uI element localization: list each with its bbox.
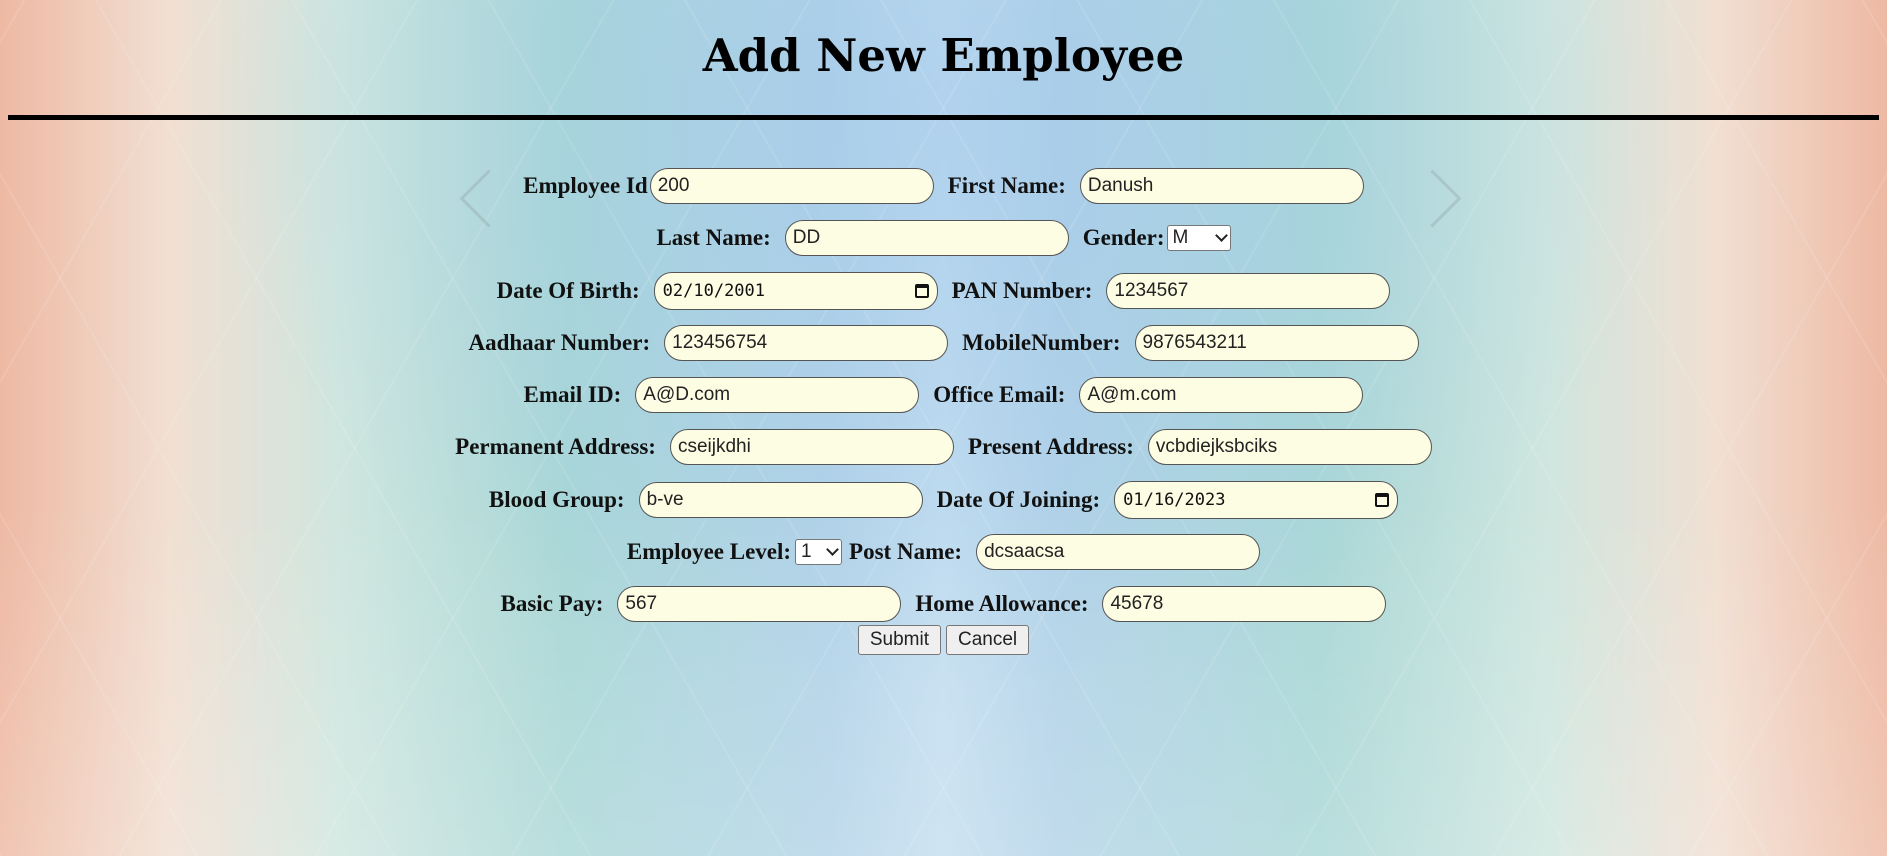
employee-level-field: Employee Level: 1 bbox=[626, 539, 843, 566]
mobile-input[interactable] bbox=[1134, 324, 1419, 361]
calendar-icon[interactable] bbox=[1375, 492, 1390, 507]
home-allowance-label: Home Allowance: bbox=[915, 591, 1089, 617]
permanent-address-field: Permanent Address: bbox=[455, 429, 954, 466]
home-allowance-field: Home Allowance: bbox=[915, 586, 1387, 623]
page-content: Add New Employee Employee Id First Name:… bbox=[0, 0, 1887, 655]
doj-date-input[interactable]: 01/16/2023 bbox=[1114, 480, 1399, 519]
last-name-input[interactable] bbox=[784, 220, 1069, 257]
cancel-button[interactable]: Cancel bbox=[945, 624, 1030, 655]
dob-field: Date Of Birth: 02/10/2001 bbox=[496, 271, 938, 310]
pan-input[interactable] bbox=[1106, 272, 1391, 309]
blood-group-label: Blood Group: bbox=[488, 486, 625, 512]
office-email-label: Office Email: bbox=[933, 382, 1066, 408]
chevron-down-icon bbox=[1214, 229, 1228, 243]
calendar-icon[interactable] bbox=[914, 283, 929, 298]
aadhaar-field: Aadhaar Number: bbox=[468, 324, 949, 361]
last-name-label: Last Name: bbox=[656, 225, 771, 251]
form-actions: Submit Cancel bbox=[0, 624, 1887, 655]
basic-pay-input[interactable] bbox=[617, 586, 902, 623]
first-name-field: First Name: bbox=[948, 168, 1364, 204]
form-row: Last Name: Gender: M bbox=[0, 218, 1887, 258]
dob-label: Date Of Birth: bbox=[496, 277, 640, 303]
permanent-address-label: Permanent Address: bbox=[455, 434, 656, 460]
employee-id-field: Employee Id bbox=[523, 168, 934, 204]
submit-button[interactable]: Submit bbox=[857, 624, 941, 655]
form-row: Date Of Birth: 02/10/2001 PAN Number: bbox=[0, 271, 1887, 311]
form-row: Basic Pay: Home Allowance: bbox=[0, 584, 1887, 624]
post-name-input[interactable] bbox=[976, 534, 1261, 571]
doj-field: Date Of Joining: 01/16/2023 bbox=[936, 480, 1399, 519]
blood-group-input[interactable] bbox=[638, 481, 923, 518]
post-name-field: Post Name: bbox=[849, 534, 1261, 571]
form-row: Email ID: Office Email: bbox=[0, 375, 1887, 415]
form-row: Blood Group: Date Of Joining: 01/16/2023 bbox=[0, 480, 1887, 520]
email-label: Email ID: bbox=[523, 382, 622, 408]
pan-label: PAN Number: bbox=[951, 277, 1093, 303]
employee-level-select[interactable]: 1 bbox=[795, 539, 843, 566]
home-allowance-input[interactable] bbox=[1102, 586, 1387, 623]
form-row: Employee Level: 1 Post Name: bbox=[0, 532, 1887, 572]
gender-select[interactable]: M bbox=[1166, 225, 1231, 252]
basic-pay-label: Basic Pay: bbox=[500, 591, 604, 617]
dob-date-value: 02/10/2001 bbox=[662, 280, 766, 301]
office-email-input[interactable] bbox=[1079, 377, 1364, 414]
page-title: Add New Employee bbox=[702, 29, 1185, 82]
first-name-input[interactable] bbox=[1079, 168, 1364, 204]
mobile-field: MobileNumber: bbox=[962, 324, 1419, 361]
employee-id-input[interactable] bbox=[649, 168, 934, 204]
mobile-label: MobileNumber: bbox=[962, 329, 1121, 355]
office-email-field: Office Email: bbox=[933, 377, 1364, 414]
basic-pay-field: Basic Pay: bbox=[500, 586, 902, 623]
pan-field: PAN Number: bbox=[951, 272, 1391, 309]
last-name-field: Last Name: bbox=[656, 220, 1069, 257]
aadhaar-label: Aadhaar Number: bbox=[468, 329, 651, 355]
employee-id-label: Employee Id bbox=[523, 173, 648, 198]
title-divider bbox=[8, 115, 1879, 120]
form-row: Aadhaar Number: MobileNumber: bbox=[0, 323, 1887, 363]
post-name-label: Post Name: bbox=[849, 539, 963, 565]
email-input[interactable] bbox=[635, 377, 920, 414]
dob-date-input[interactable]: 02/10/2001 bbox=[653, 271, 938, 310]
gender-select-value: M bbox=[1172, 227, 1189, 249]
doj-date-value: 01/16/2023 bbox=[1123, 489, 1226, 510]
gender-label: Gender: bbox=[1082, 225, 1165, 251]
employee-form: Employee Id First Name: Last Name: Gende… bbox=[0, 166, 1887, 655]
email-field: Email ID: bbox=[523, 377, 920, 414]
permanent-address-input[interactable] bbox=[669, 429, 954, 466]
present-address-input[interactable] bbox=[1147, 429, 1432, 466]
gender-field: Gender: M bbox=[1082, 225, 1231, 252]
first-name-label: First Name: bbox=[947, 173, 1066, 198]
employee-level-select-value: 1 bbox=[801, 541, 812, 563]
chevron-down-icon bbox=[826, 543, 839, 556]
form-row: Employee Id First Name: bbox=[0, 166, 1887, 206]
employee-level-label: Employee Level: bbox=[626, 539, 792, 565]
blood-group-field: Blood Group: bbox=[488, 481, 923, 518]
present-address-label: Present Address: bbox=[967, 434, 1134, 460]
aadhaar-input[interactable] bbox=[664, 324, 949, 361]
present-address-field: Present Address: bbox=[967, 429, 1432, 466]
doj-label: Date Of Joining: bbox=[936, 486, 1101, 512]
form-row: Permanent Address: Present Address: bbox=[0, 427, 1887, 467]
